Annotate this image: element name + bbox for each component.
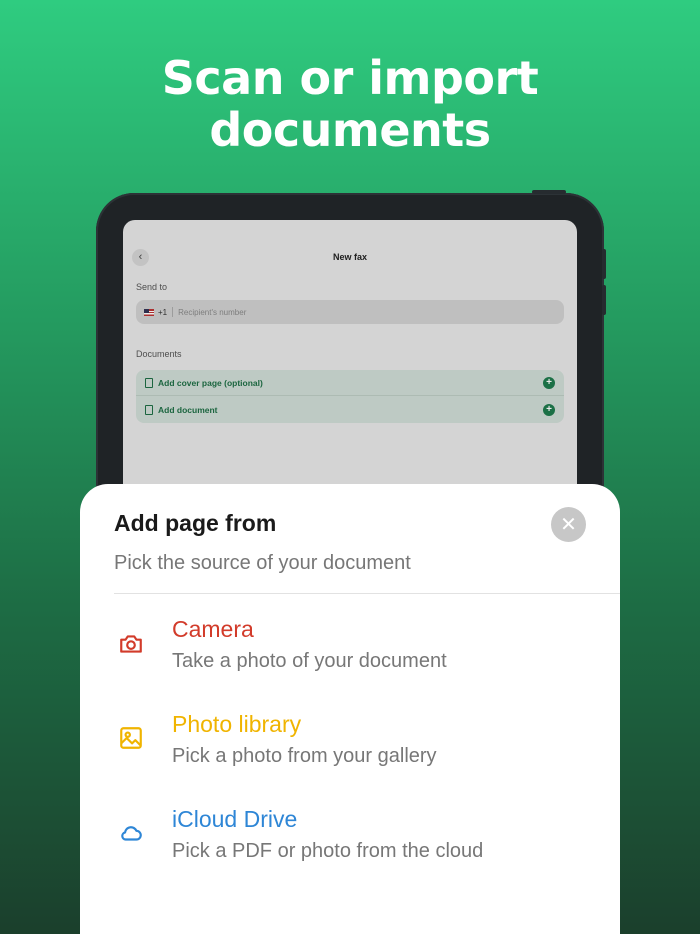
sheet-title: Add page from	[114, 510, 277, 536]
device-volume-up-button	[602, 249, 606, 279]
device-top-button	[532, 190, 566, 194]
sheet-subtitle: Pick the source of your document	[114, 552, 411, 574]
photo-library-option-description: Pick a photo from your gallery	[172, 745, 437, 767]
photo-library-option[interactable]: Photo library Pick a photo from your gal…	[80, 711, 620, 791]
headline: Scan or import documents	[0, 52, 700, 156]
icloud-drive-option[interactable]: iCloud Drive Pick a PDF or photo from th…	[80, 806, 620, 886]
camera-option-title: Camera	[172, 616, 254, 642]
cloud-icon	[121, 826, 142, 841]
photo-library-option-title: Photo library	[172, 711, 302, 737]
camera-option-description: Take a photo of your document	[172, 650, 447, 672]
add-page-sheet: Add page from Pick the source of your do…	[80, 484, 620, 934]
icloud-drive-option-title: iCloud Drive	[172, 806, 298, 832]
photo-icon	[120, 727, 142, 749]
close-button[interactable]: ✕	[551, 507, 586, 542]
icloud-drive-option-description: Pick a PDF or photo from the cloud	[172, 840, 484, 862]
device-volume-down-button	[602, 285, 606, 315]
headline-line-1: Scan or import	[161, 51, 539, 105]
close-icon: ✕	[560, 514, 577, 536]
headline-line-2: documents	[209, 103, 491, 157]
divider	[114, 593, 620, 594]
camera-option[interactable]: Camera Take a photo of your document	[80, 616, 620, 696]
camera-icon	[120, 635, 142, 653]
